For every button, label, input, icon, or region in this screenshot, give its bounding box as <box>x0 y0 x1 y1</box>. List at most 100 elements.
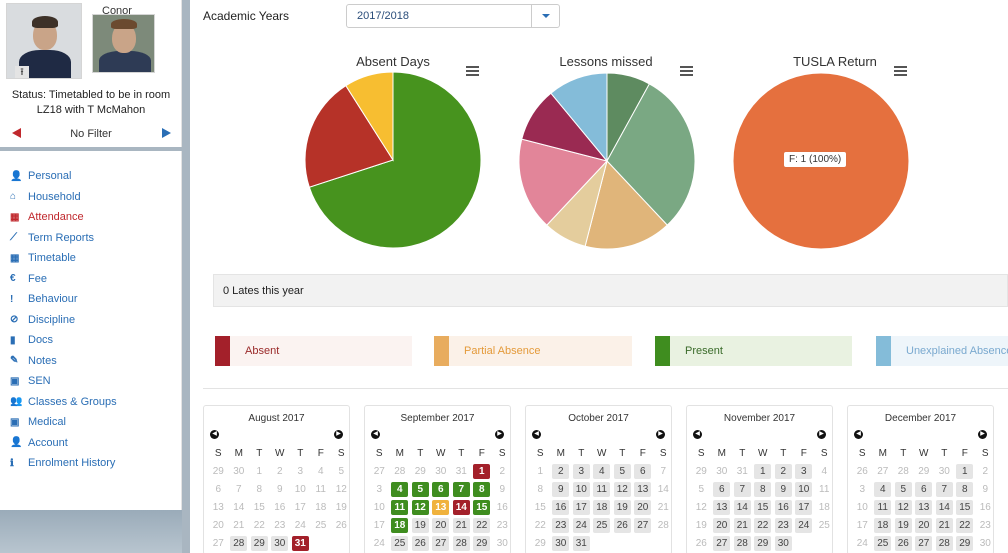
calendar-day[interactable]: 19 <box>410 516 431 534</box>
calendar-day[interactable]: 7 <box>732 480 753 498</box>
calendar-day[interactable]: 7 <box>451 480 472 498</box>
calendar-day[interactable]: 1 <box>753 462 774 480</box>
calendar-day[interactable]: 8 <box>472 480 493 498</box>
calendar-day[interactable]: 18 <box>592 498 613 516</box>
calendar-day[interactable]: 29 <box>472 534 493 552</box>
calendar-day[interactable]: 4 <box>873 480 894 498</box>
calendar-next-icon[interactable]: ▶ <box>495 430 504 439</box>
sidebar-item-medical[interactable]: ▣ Medical <box>10 412 117 433</box>
sidebar-item-sen[interactable]: ▣ SEN <box>10 371 117 392</box>
calendar-day[interactable]: 14 <box>451 498 472 516</box>
calendar-day[interactable]: 13 <box>633 480 654 498</box>
calendar-day[interactable]: 12 <box>893 498 914 516</box>
calendar-day[interactable]: 1 <box>472 462 493 480</box>
calendar-day[interactable]: 3 <box>794 462 815 480</box>
calendar-day[interactable]: 22 <box>955 516 976 534</box>
calendar-day[interactable]: 16 <box>551 498 572 516</box>
calendar-day[interactable]: 21 <box>732 516 753 534</box>
calendar-day[interactable]: 21 <box>934 516 955 534</box>
calendar-day[interactable]: 9 <box>773 480 794 498</box>
calendar-day[interactable]: 19 <box>612 498 633 516</box>
sidebar-item-enrolment-history[interactable]: ℹ Enrolment History <box>10 453 117 474</box>
calendar-day[interactable]: 17 <box>794 498 815 516</box>
calendar-day[interactable]: 2 <box>773 462 794 480</box>
calendar-day[interactable]: 13 <box>914 498 935 516</box>
calendar-next-icon[interactable]: ▶ <box>656 430 665 439</box>
calendar-day[interactable]: 26 <box>612 516 633 534</box>
calendar-day[interactable]: 20 <box>914 516 935 534</box>
calendar-day[interactable]: 27 <box>633 516 654 534</box>
calendar-day[interactable]: 13 <box>712 498 733 516</box>
calendar-day[interactable]: 11 <box>390 498 411 516</box>
calendar-day[interactable]: 18 <box>873 516 894 534</box>
calendar-day[interactable]: 29 <box>955 534 976 552</box>
calendar-day[interactable]: 25 <box>873 534 894 552</box>
calendar-day[interactable]: 1 <box>955 462 976 480</box>
calendar-day[interactable]: 14 <box>934 498 955 516</box>
calendar-day[interactable]: 2 <box>551 462 572 480</box>
calendar-day[interactable]: 10 <box>571 480 592 498</box>
calendar-day[interactable]: 17 <box>571 498 592 516</box>
calendar-day[interactable]: 12 <box>410 498 431 516</box>
calendar-day[interactable]: 15 <box>753 498 774 516</box>
calendar-day[interactable]: 26 <box>410 534 431 552</box>
calendar-day[interactable]: 30 <box>551 534 572 552</box>
calendar-next-icon[interactable]: ▶ <box>817 430 826 439</box>
calendar-day[interactable]: 30 <box>270 534 291 552</box>
calendar-day[interactable]: 20 <box>712 516 733 534</box>
calendar-day[interactable]: 22 <box>753 516 774 534</box>
sidebar-item-notes[interactable]: ✎ Notes <box>10 351 117 372</box>
calendar-day[interactable]: 27 <box>712 534 733 552</box>
sidebar-item-behaviour[interactable]: ! Behaviour <box>10 289 117 310</box>
calendar-day[interactable]: 25 <box>390 534 411 552</box>
calendar-prev-icon[interactable]: ◀ <box>693 430 702 439</box>
calendar-day[interactable]: 9 <box>551 480 572 498</box>
calendar-day[interactable]: 22 <box>472 516 493 534</box>
calendar-day[interactable]: 20 <box>633 498 654 516</box>
calendar-day[interactable]: 27 <box>914 534 935 552</box>
calendar-day[interactable]: 28 <box>451 534 472 552</box>
sidebar-item-fee[interactable]: € Fee <box>10 269 117 290</box>
calendar-day[interactable]: 16 <box>773 498 794 516</box>
calendar-day[interactable]: 4 <box>390 480 411 498</box>
calendar-day[interactable]: 11 <box>873 498 894 516</box>
calendar-day[interactable]: 14 <box>732 498 753 516</box>
calendar-day[interactable]: 5 <box>893 480 914 498</box>
calendar-day[interactable]: 15 <box>472 498 493 516</box>
calendar-day[interactable]: 13 <box>431 498 452 516</box>
calendar-day[interactable]: 4 <box>592 462 613 480</box>
calendar-day[interactable]: 30 <box>773 534 794 552</box>
calendar-day[interactable]: 31 <box>290 534 311 552</box>
calendar-day[interactable]: 24 <box>794 516 815 534</box>
sidebar-item-account[interactable]: 👤 Account <box>10 433 117 454</box>
calendar-day[interactable]: 6 <box>633 462 654 480</box>
calendar-day[interactable]: 18 <box>390 516 411 534</box>
calendar-day[interactable]: 8 <box>955 480 976 498</box>
calendar-day[interactable]: 27 <box>431 534 452 552</box>
calendar-day[interactable]: 10 <box>794 480 815 498</box>
calendar-day[interactable]: 26 <box>893 534 914 552</box>
calendar-day[interactable]: 6 <box>914 480 935 498</box>
calendar-day[interactable]: 21 <box>451 516 472 534</box>
calendar-day[interactable]: 8 <box>753 480 774 498</box>
calendar-day[interactable]: 23 <box>773 516 794 534</box>
calendar-day[interactable]: 28 <box>934 534 955 552</box>
calendar-prev-icon[interactable]: ◀ <box>854 430 863 439</box>
calendar-next-icon[interactable]: ▶ <box>978 430 987 439</box>
calendar-day[interactable]: 6 <box>431 480 452 498</box>
calendar-prev-icon[interactable]: ◀ <box>532 430 541 439</box>
calendar-day[interactable]: 28 <box>732 534 753 552</box>
calendar-day[interactable]: 20 <box>431 516 452 534</box>
calendar-day[interactable]: 5 <box>410 480 431 498</box>
calendar-day[interactable]: 6 <box>712 480 733 498</box>
calendar-day[interactable]: 29 <box>753 534 774 552</box>
calendar-day[interactable]: 24 <box>571 516 592 534</box>
calendar-day[interactable]: 29 <box>249 534 270 552</box>
calendar-day[interactable]: 11 <box>592 480 613 498</box>
calendar-day[interactable]: 5 <box>612 462 633 480</box>
calendar-day[interactable]: 3 <box>571 462 592 480</box>
calendar-day[interactable]: 25 <box>592 516 613 534</box>
calendar-day[interactable]: 23 <box>551 516 572 534</box>
calendar-prev-icon[interactable]: ◀ <box>210 430 219 439</box>
calendar-prev-icon[interactable]: ◀ <box>371 430 380 439</box>
